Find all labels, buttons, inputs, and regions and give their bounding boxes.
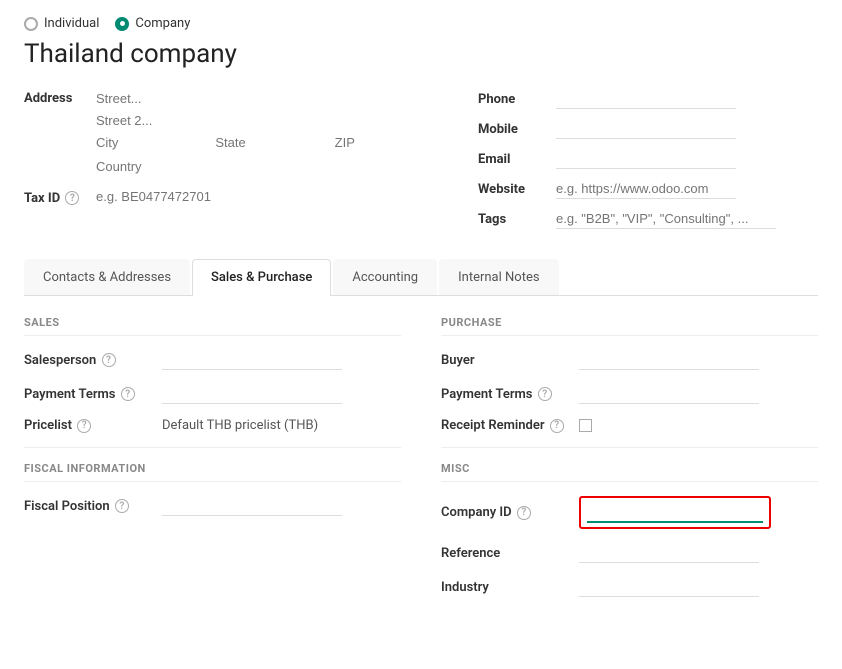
receipt-reminder-help-icon[interactable]: ?: [550, 419, 564, 433]
purchase-payment-terms-help-icon[interactable]: ?: [538, 387, 552, 401]
street-input[interactable]: [96, 89, 438, 109]
email-row: Email: [478, 149, 818, 169]
mobile-label: Mobile: [478, 122, 548, 137]
misc-section-header: MISC: [441, 462, 818, 482]
company-id-help-icon[interactable]: ?: [517, 506, 531, 520]
email-input[interactable]: [556, 149, 736, 169]
zip-input[interactable]: [335, 133, 438, 153]
individual-radio[interactable]: [24, 17, 38, 31]
pricelist-label: Pricelist ?: [24, 418, 154, 433]
top-form: Address Tax ID ? Phone: [24, 89, 818, 239]
fiscal-section-header: FISCAL INFORMATION: [24, 462, 401, 482]
page-title: Thailand company: [24, 39, 818, 69]
phone-row: Phone: [478, 89, 818, 109]
fiscal-position-row: Fiscal Position ?: [24, 496, 401, 516]
website-row: Website: [478, 179, 818, 199]
buyer-input[interactable]: [579, 350, 759, 370]
purchase-payment-terms-input[interactable]: [579, 384, 759, 404]
company-id-row: Company ID ?: [441, 496, 818, 529]
taxid-help-icon[interactable]: ?: [65, 191, 79, 205]
form-left: Address Tax ID ?: [24, 89, 438, 239]
left-col: SALES Salesperson ? Payment Terms ? Pric…: [24, 316, 401, 611]
receipt-reminder-checkbox[interactable]: [579, 419, 592, 432]
taxid-label: Tax ID ?: [24, 191, 84, 206]
tab-contacts[interactable]: Contacts & Addresses: [24, 259, 190, 295]
tab-content: SALES Salesperson ? Payment Terms ? Pric…: [24, 316, 818, 611]
mobile-input[interactable]: [556, 119, 736, 139]
receipt-reminder-row: Receipt Reminder ?: [441, 418, 818, 433]
reference-input[interactable]: [579, 543, 759, 563]
industry-label: Industry: [441, 580, 571, 595]
pricelist-help-icon[interactable]: ?: [77, 419, 91, 433]
tabs: Contacts & Addresses Sales & Purchase Ac…: [24, 259, 818, 296]
company-label: Company: [135, 16, 190, 31]
tags-label: Tags: [478, 212, 548, 227]
payment-terms-help-icon[interactable]: ?: [121, 387, 135, 401]
salesperson-row: Salesperson ?: [24, 350, 401, 370]
purchase-payment-terms-label: Payment Terms ?: [441, 387, 571, 402]
reference-label: Reference: [441, 546, 571, 561]
pricelist-value: Default THB pricelist (THB): [162, 418, 318, 433]
right-col: PURCHASE Buyer Payment Terms ? Receipt R…: [441, 316, 818, 611]
state-input[interactable]: [215, 133, 318, 153]
salesperson-input[interactable]: [162, 350, 342, 370]
purchase-payment-terms-row: Payment Terms ?: [441, 384, 818, 404]
pricelist-row: Pricelist ? Default THB pricelist (THB): [24, 418, 401, 433]
industry-row: Industry: [441, 577, 818, 597]
company-radio[interactable]: [115, 17, 129, 31]
tags-row: Tags: [478, 209, 818, 229]
taxid-row: Tax ID ?: [24, 187, 438, 209]
payment-terms-label: Payment Terms ?: [24, 387, 154, 402]
country-input[interactable]: [96, 157, 438, 177]
address-label: Address: [24, 89, 84, 106]
form-right: Phone Mobile Email Website Tags: [478, 89, 818, 239]
mobile-row: Mobile: [478, 119, 818, 139]
tab-sales-purchase[interactable]: Sales & Purchase: [192, 259, 331, 296]
payment-terms-row: Payment Terms ?: [24, 384, 401, 404]
company-id-box: [579, 496, 771, 529]
phone-input[interactable]: [556, 89, 736, 109]
website-input[interactable]: [556, 179, 736, 199]
individual-option[interactable]: Individual: [24, 16, 99, 31]
receipt-reminder-label: Receipt Reminder ?: [441, 418, 571, 433]
taxid-input[interactable]: [96, 187, 438, 207]
website-label: Website: [478, 182, 548, 197]
company-id-label: Company ID ?: [441, 505, 571, 520]
tab-internal-notes[interactable]: Internal Notes: [439, 259, 558, 295]
reference-row: Reference: [441, 543, 818, 563]
salesperson-help-icon[interactable]: ?: [102, 353, 116, 367]
tab-accounting[interactable]: Accounting: [333, 259, 437, 295]
individual-label: Individual: [44, 16, 99, 31]
radio-group: Individual Company: [24, 16, 818, 31]
address-row: Address: [24, 89, 438, 179]
industry-input[interactable]: [579, 577, 759, 597]
company-id-input[interactable]: [587, 502, 763, 523]
buyer-label: Buyer: [441, 353, 571, 368]
email-label: Email: [478, 152, 548, 167]
buyer-row: Buyer: [441, 350, 818, 370]
phone-label: Phone: [478, 92, 548, 107]
payment-terms-input[interactable]: [162, 384, 342, 404]
fiscal-position-help-icon[interactable]: ?: [115, 499, 129, 513]
fiscal-position-label: Fiscal Position ?: [24, 499, 154, 514]
company-option[interactable]: Company: [115, 16, 190, 31]
purchase-section-header: PURCHASE: [441, 316, 818, 336]
tags-input[interactable]: [556, 209, 776, 229]
city-state-row: [96, 133, 438, 155]
city-input[interactable]: [96, 133, 199, 153]
salesperson-label: Salesperson ?: [24, 353, 154, 368]
fiscal-position-input[interactable]: [162, 496, 342, 516]
address-fields: [96, 89, 438, 179]
sales-section-header: SALES: [24, 316, 401, 336]
street2-input[interactable]: [96, 111, 438, 131]
